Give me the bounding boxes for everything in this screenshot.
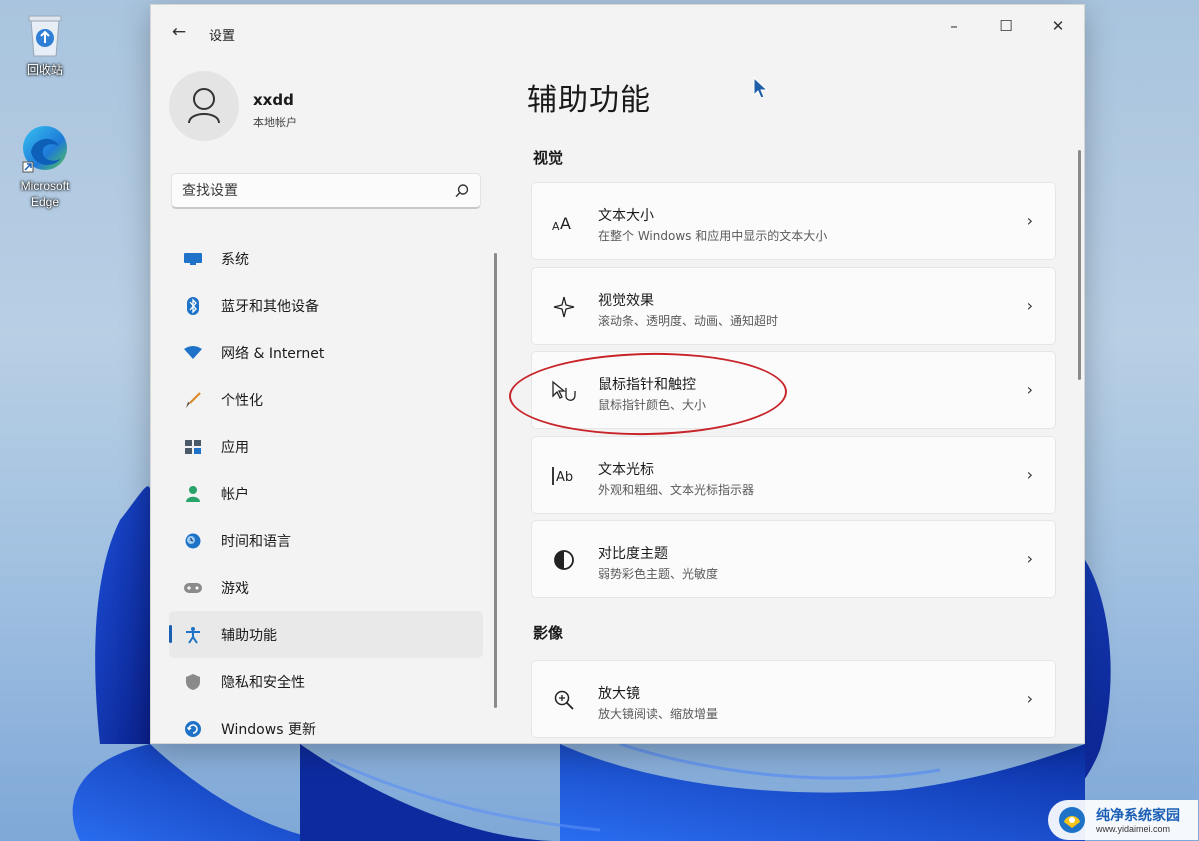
shield-icon xyxy=(183,672,203,692)
window-title: 设置 xyxy=(209,29,236,44)
svg-text:Ab: Ab xyxy=(556,470,573,485)
avatar xyxy=(169,71,239,141)
sidebar-item-personalization[interactable]: 个性化 xyxy=(169,376,483,423)
watermark: 纯净系统家园 www.yidaimei.com xyxy=(1048,800,1198,840)
user-profile[interactable]: xxdd 本地帐户 xyxy=(169,71,489,151)
text-size-icon: AA xyxy=(550,210,578,234)
brush-icon xyxy=(183,390,203,410)
bluetooth-icon xyxy=(183,296,203,316)
search-input[interactable] xyxy=(172,174,452,207)
sidebar-item-label: 个性化 xyxy=(221,392,263,409)
chevron-right-icon: › xyxy=(1026,211,1033,230)
sidebar-item-label: 应用 xyxy=(221,439,249,456)
card-subtitle: 弱势彩色主题、光敏度 xyxy=(598,567,719,581)
chevron-right-icon: › xyxy=(1026,296,1033,315)
sidebar-item-label: 时间和语言 xyxy=(221,533,291,550)
card-title: 文本光标 xyxy=(598,462,654,478)
card-contrast-themes[interactable]: 对比度主题 弱势彩色主题、光敏度 › xyxy=(531,520,1056,598)
sidebar-item-accounts[interactable]: 帐户 xyxy=(169,470,483,517)
svg-text:A: A xyxy=(560,214,571,231)
svg-text:A: A xyxy=(552,220,560,231)
chevron-right-icon: › xyxy=(1026,380,1033,399)
section-header-vision: 视觉 xyxy=(533,149,564,167)
sidebar-item-accessibility[interactable]: 辅助功能 xyxy=(169,611,483,658)
user-name: xxdd xyxy=(253,91,294,109)
gamepad-icon xyxy=(183,578,203,598)
account-type: 本地帐户 xyxy=(253,116,297,129)
card-subtitle: 在整个 Windows 和应用中显示的文本大小 xyxy=(598,229,828,243)
maximize-button[interactable]: ☐ xyxy=(983,11,1029,43)
main-scrollbar[interactable] xyxy=(1078,150,1081,380)
sidebar-item-label: 网络 & Internet xyxy=(221,345,325,362)
card-subtitle: 外观和粗细、文本光标指示器 xyxy=(598,483,755,497)
desktop-icon-recycle-bin[interactable]: 回收站 xyxy=(10,12,80,78)
card-visual-effects[interactable]: 视觉效果 滚动条、透明度、动画、通知超时 › xyxy=(531,267,1056,345)
card-subtitle: 放大镜阅读、缩放增量 xyxy=(598,707,719,721)
sidebar-item-label: 隐私和安全性 xyxy=(221,674,305,691)
sidebar-item-apps[interactable]: 应用 xyxy=(169,423,483,470)
sidebar-nav: 系统 蓝牙和其他设备 网络 & Internet 个性化 应用 帐户 时间和语言… xyxy=(169,235,483,743)
search-box[interactable] xyxy=(171,173,481,209)
monitor-icon xyxy=(183,249,203,269)
sidebar-scrollbar[interactable] xyxy=(494,253,497,708)
edge-icon xyxy=(22,126,67,173)
title-bar: ← 设置 – ☐ ✕ xyxy=(151,5,1084,53)
active-indicator xyxy=(169,625,172,643)
card-title: 放大镜 xyxy=(598,686,640,702)
sidebar-item-windows-update[interactable]: Windows 更新 xyxy=(169,705,483,743)
card-title: 视觉效果 xyxy=(598,293,654,309)
sidebar-item-bluetooth[interactable]: 蓝牙和其他设备 xyxy=(169,282,483,329)
desktop-icon-label: Microsoft Edge xyxy=(20,179,70,209)
chevron-right-icon: › xyxy=(1026,689,1033,708)
globe-clock-icon xyxy=(183,531,203,551)
close-button[interactable]: ✕ xyxy=(1035,11,1081,43)
contrast-icon xyxy=(550,548,578,572)
card-text-size[interactable]: AA 文本大小 在整个 Windows 和应用中显示的文本大小 › xyxy=(531,182,1056,260)
mouse-cursor-icon xyxy=(753,76,769,99)
sidebar-item-label: 系统 xyxy=(221,251,249,268)
card-text-cursor[interactable]: Ab 文本光标 外观和粗细、文本光标指示器 › xyxy=(531,436,1056,514)
card-magnifier[interactable]: 放大镜 放大镜阅读、缩放增量 › xyxy=(531,660,1056,738)
sidebar-item-label: 辅助功能 xyxy=(221,627,277,644)
accessibility-icon xyxy=(183,625,203,645)
card-subtitle: 滚动条、透明度、动画、通知超时 xyxy=(598,314,779,328)
sidebar-item-system[interactable]: 系统 xyxy=(169,235,483,282)
magnifier-icon xyxy=(550,688,578,712)
minimize-button[interactable]: – xyxy=(931,11,977,43)
person-icon xyxy=(183,484,203,504)
page-title: 辅助功能 xyxy=(527,83,651,118)
update-icon xyxy=(183,719,203,739)
sidebar-item-label: 帐户 xyxy=(221,486,249,503)
sparkle-icon xyxy=(550,295,578,319)
search-icon xyxy=(455,184,469,198)
card-title: 文本大小 xyxy=(598,208,654,224)
card-title: 对比度主题 xyxy=(598,546,668,562)
person-icon xyxy=(188,88,220,124)
sidebar-item-label: Windows 更新 xyxy=(221,721,316,738)
section-header-imaging: 影像 xyxy=(533,624,564,642)
back-button[interactable]: ← xyxy=(165,19,193,47)
watermark-url: www.yidaimei.com xyxy=(1096,824,1171,834)
sidebar-item-gaming[interactable]: 游戏 xyxy=(169,564,483,611)
chevron-right-icon: › xyxy=(1026,549,1033,568)
chevron-right-icon: › xyxy=(1026,465,1033,484)
text-cursor-icon: Ab xyxy=(550,464,578,488)
back-arrow-icon: ← xyxy=(171,22,187,42)
watermark-logo-icon xyxy=(1059,807,1085,833)
settings-window: ← 设置 – ☐ ✕ xxdd 本地帐户 系统 xyxy=(150,4,1085,744)
apps-icon xyxy=(183,437,203,457)
sidebar-item-label: 蓝牙和其他设备 xyxy=(221,298,319,315)
recycle-bin-icon xyxy=(28,15,62,57)
sidebar-item-label: 游戏 xyxy=(221,580,249,597)
desktop-icon-label: 回收站 xyxy=(26,63,63,77)
desktop-icon-edge[interactable]: Microsoft Edge xyxy=(10,122,80,210)
sidebar-item-network[interactable]: 网络 & Internet xyxy=(169,329,483,376)
sidebar-item-time-language[interactable]: 时间和语言 xyxy=(169,517,483,564)
wifi-icon xyxy=(183,343,203,363)
sidebar-item-privacy[interactable]: 隐私和安全性 xyxy=(169,658,483,705)
watermark-name: 纯净系统家园 xyxy=(1096,808,1180,824)
